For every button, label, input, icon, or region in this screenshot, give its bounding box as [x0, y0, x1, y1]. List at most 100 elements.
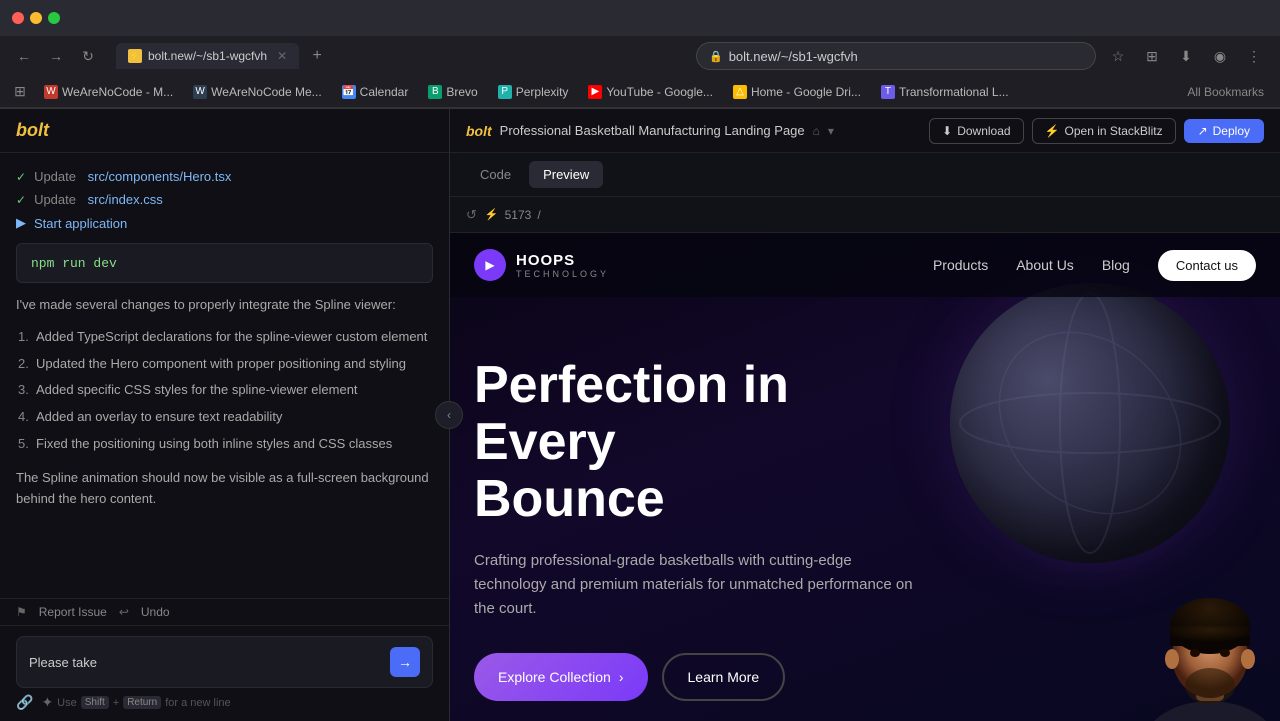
change-item-3: Added specific CSS styles for the spline…	[16, 377, 433, 404]
reload-button[interactable]: ↻	[76, 44, 100, 68]
download-icon: ⬇	[942, 124, 952, 138]
minimize-button-dot[interactable]	[30, 12, 42, 24]
bookmark-icon[interactable]: ☆	[1104, 42, 1132, 70]
bookmark-favicon-1: W	[44, 85, 58, 99]
learn-more-button[interactable]: Learn More	[662, 653, 786, 701]
check-icon-1: ✓	[16, 170, 26, 184]
hero-buttons: Explore Collection › Learn More	[474, 653, 1256, 701]
arrow-right-icon: ›	[619, 669, 624, 685]
bookmark-wearenoc2[interactable]: W WeAreNoCode Me...	[185, 82, 330, 102]
explore-collection-button[interactable]: Explore Collection ›	[474, 653, 648, 701]
app-layout: bolt ✓ Update src/components/Hero.tsx ✓ …	[0, 109, 1280, 721]
report-issue-btn[interactable]: Report Issue	[39, 605, 107, 619]
explore-label: Explore Collection	[498, 669, 611, 685]
bookmarks-all[interactable]: All Bookmarks	[1179, 82, 1272, 102]
bookmark-youtube[interactable]: ▶ YouTube - Google...	[580, 82, 721, 102]
nav-products[interactable]: Products	[933, 257, 988, 273]
bookmark-brevo[interactable]: B Brevo	[420, 82, 485, 102]
active-tab[interactable]: ⚡ bolt.new/~/sb1-wgcfvh ✕	[116, 43, 299, 69]
logo-name: HOOPS	[516, 252, 609, 269]
hint-use-label: Use	[57, 697, 77, 709]
bookmark-favicon-7: △	[733, 85, 747, 99]
bolt-favicon: ⚡	[485, 208, 499, 221]
chevron-down-icon: ▾	[828, 124, 834, 138]
running-label: Start application	[34, 216, 127, 231]
nav-about[interactable]: About Us	[1016, 257, 1074, 273]
logo-play-icon: ▶	[485, 258, 494, 272]
send-button[interactable]: →	[390, 647, 420, 677]
bookmark-favicon-8: T	[881, 85, 895, 99]
download-browser-icon[interactable]: ⬇	[1172, 42, 1200, 70]
input-area: → 🔗 ✦ Use Shift + Return for a new line	[0, 625, 449, 721]
input-hint: 🔗 ✦ Use Shift + Return for a new line	[16, 694, 433, 711]
preview-refresh-button[interactable]: ↺	[466, 207, 477, 223]
changes-list: Added TypeScript declarations for the sp…	[16, 324, 433, 458]
preview-url: ⚡ 5173 /	[485, 208, 541, 222]
apps-grid-icon[interactable]: ⊞	[8, 80, 32, 104]
avatar-corner	[1140, 581, 1280, 721]
hero-title-line1: Perfection in Every	[474, 356, 789, 471]
browser-chrome: ← → ↻ ⚡ bolt.new/~/sb1-wgcfvh ✕ + 🔒 bolt…	[0, 0, 1280, 109]
sparkle-icon[interactable]: ✦	[41, 694, 53, 711]
preview-url-number: 5173	[505, 208, 532, 222]
bookmark-favicon-5: P	[498, 85, 512, 99]
filename-2: src/index.css	[88, 192, 163, 207]
lightning-icon: ⚡	[1045, 124, 1060, 138]
avatar-silhouette	[1140, 581, 1280, 721]
bookmark-wearenoc1[interactable]: W WeAreNoCode - M...	[36, 82, 181, 102]
terminal-block: npm run dev	[16, 243, 433, 283]
bookmark-drive[interactable]: △ Home - Google Dri...	[725, 82, 869, 102]
site-logo: ▶ HOOPS TECHNOLOGY	[474, 249, 609, 281]
extension-icon[interactable]: ⊞	[1138, 42, 1166, 70]
summary-text: The Spline animation should now be visib…	[16, 468, 433, 510]
undo-icon: ↩	[119, 605, 129, 619]
browser-actions: ☆ ⊞ ⬇ ◉ ⋮	[1104, 42, 1268, 70]
code-panel-content: ✓ Update src/components/Hero.tsx ✓ Updat…	[0, 153, 449, 598]
hero-subtitle: Crafting professional-grade basketballs …	[474, 549, 914, 621]
undo-btn[interactable]: Undo	[141, 605, 170, 619]
maximize-button-dot[interactable]	[48, 12, 60, 24]
arrow-icon: ▶	[16, 215, 26, 231]
left-panel: bolt ✓ Update src/components/Hero.tsx ✓ …	[0, 109, 450, 721]
website-preview: ▶ HOOPS TECHNOLOGY Products About Us Blo…	[450, 233, 1280, 721]
link-icon[interactable]: 🔗	[16, 694, 33, 711]
back-button[interactable]: ←	[12, 44, 36, 68]
menu-icon[interactable]: ⋮	[1240, 42, 1268, 70]
active-tab-label: bolt.new/~/sb1-wgcfvh	[148, 49, 267, 63]
close-button-dot[interactable]	[12, 12, 24, 24]
profile-icon[interactable]: ◉	[1206, 42, 1234, 70]
new-tab-button[interactable]: +	[305, 44, 329, 68]
nav-blog[interactable]: Blog	[1102, 257, 1130, 273]
bookmark-favicon-3: 📅	[342, 85, 356, 99]
bookmark-perplexity[interactable]: P Perplexity	[490, 82, 577, 102]
logo-sub: TECHNOLOGY	[516, 269, 609, 279]
close-tab-icon[interactable]: ✕	[277, 49, 287, 63]
change-item-4: Added an overlay to ensure text readabil…	[16, 404, 433, 431]
preview-tabs: Code Preview	[450, 153, 1280, 197]
address-bar[interactable]: 🔒 bolt.new/~/sb1-wgcfvh	[696, 42, 1096, 70]
page-title-header: Professional Basketball Manufacturing La…	[500, 123, 805, 138]
stackblitz-button[interactable]: ⚡ Open in StackBlitz	[1032, 118, 1176, 144]
hero-title: Perfection in Every Bounce	[474, 357, 894, 529]
bookmark-transform[interactable]: T Transformational L...	[873, 82, 1017, 102]
bookmarks-bar: ⊞ W WeAreNoCode - M... W WeAreNoCode Me.…	[0, 76, 1280, 108]
bolt-logo-small: bolt	[466, 123, 492, 139]
contact-button[interactable]: Contact us	[1158, 250, 1256, 281]
forward-button[interactable]: →	[44, 44, 68, 68]
bookmark-favicon-6: ▶	[588, 85, 602, 99]
download-button[interactable]: ⬇ Download	[929, 118, 1023, 144]
chat-input[interactable]	[29, 655, 382, 670]
logo-circle: ▶	[474, 249, 506, 281]
tab-preview[interactable]: Preview	[529, 161, 603, 188]
bolt-header: bolt	[0, 109, 449, 153]
collapse-panel-button[interactable]: ‹	[435, 401, 463, 429]
deploy-button[interactable]: ↗ Deploy	[1184, 119, 1264, 143]
filename-1: src/components/Hero.tsx	[88, 169, 232, 184]
bookmark-favicon-2: W	[193, 85, 207, 99]
browser-nav: ← → ↻ ⚡ bolt.new/~/sb1-wgcfvh ✕ + 🔒 bolt…	[0, 36, 1280, 76]
hero-title-line2: Bounce	[474, 470, 665, 528]
browser-traffic-lights	[12, 12, 60, 24]
bookmark-calendar[interactable]: 📅 Calendar	[334, 82, 417, 102]
tab-code[interactable]: Code	[466, 161, 525, 188]
return-key: Return	[123, 696, 161, 709]
